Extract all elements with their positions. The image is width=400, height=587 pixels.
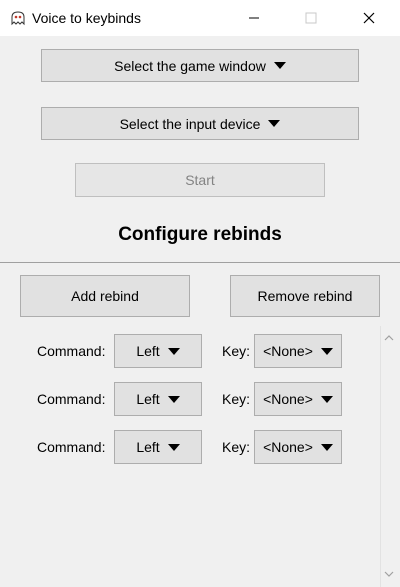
game-window-dropdown[interactable]: Select the game window [41,49,359,82]
start-label: Start [185,172,215,188]
key-dropdown[interactable]: <None> [254,430,342,464]
minimize-icon [249,17,259,19]
key-value: <None> [263,439,313,455]
scroll-track[interactable] [380,326,398,587]
command-value: Left [136,391,160,407]
key-dropdown[interactable]: <None> [254,334,342,368]
remove-rebind-label: Remove rebind [257,288,353,304]
remove-rebind-button[interactable]: Remove rebind [230,275,380,317]
dropdown-arrow-icon [320,347,333,355]
start-button[interactable]: Start [75,163,325,197]
dropdown-arrow-icon [167,347,180,355]
command-value: Left [136,343,160,359]
separator [0,262,400,263]
command-label: Command: [37,439,106,455]
dropdown-arrow-icon [320,395,333,403]
key-value: <None> [263,391,313,407]
command-label: Command: [37,391,106,407]
dropdown-arrow-icon [268,120,281,127]
dropdown-arrow-icon [273,62,286,69]
add-rebind-button[interactable]: Add rebind [20,275,190,317]
minimize-button[interactable] [231,0,277,36]
input-device-dropdown[interactable]: Select the input device [41,107,359,140]
command-dropdown[interactable]: Left [114,334,202,368]
close-icon [363,12,375,24]
vertical-scrollbar[interactable] [380,326,398,587]
command-label: Command: [37,343,106,359]
dropdown-arrow-icon [320,443,333,451]
window-title: Voice to keybinds [32,10,141,26]
add-rebind-label: Add rebind [71,288,139,304]
key-value: <None> [263,343,313,359]
input-device-label: Select the input device [119,115,261,132]
scroll-down-icon[interactable] [384,570,394,578]
key-dropdown[interactable]: <None> [254,382,342,416]
command-dropdown[interactable]: Left [114,382,202,416]
maximize-icon [305,12,317,24]
game-window-label: Select the game window [114,57,266,74]
title-bar: Voice to keybinds [0,0,400,36]
section-heading: Configure rebinds [118,224,282,245]
dropdown-arrow-icon [167,443,180,451]
ghost-icon [11,11,25,26]
close-button[interactable] [346,0,392,36]
maximize-button[interactable] [288,0,334,36]
command-dropdown[interactable]: Left [114,430,202,464]
scroll-up-icon[interactable] [384,334,394,342]
key-label: Key: [222,391,251,407]
command-value: Left [136,439,160,455]
dropdown-arrow-icon [167,395,180,403]
key-label: Key: [222,439,251,455]
key-label: Key: [222,343,251,359]
